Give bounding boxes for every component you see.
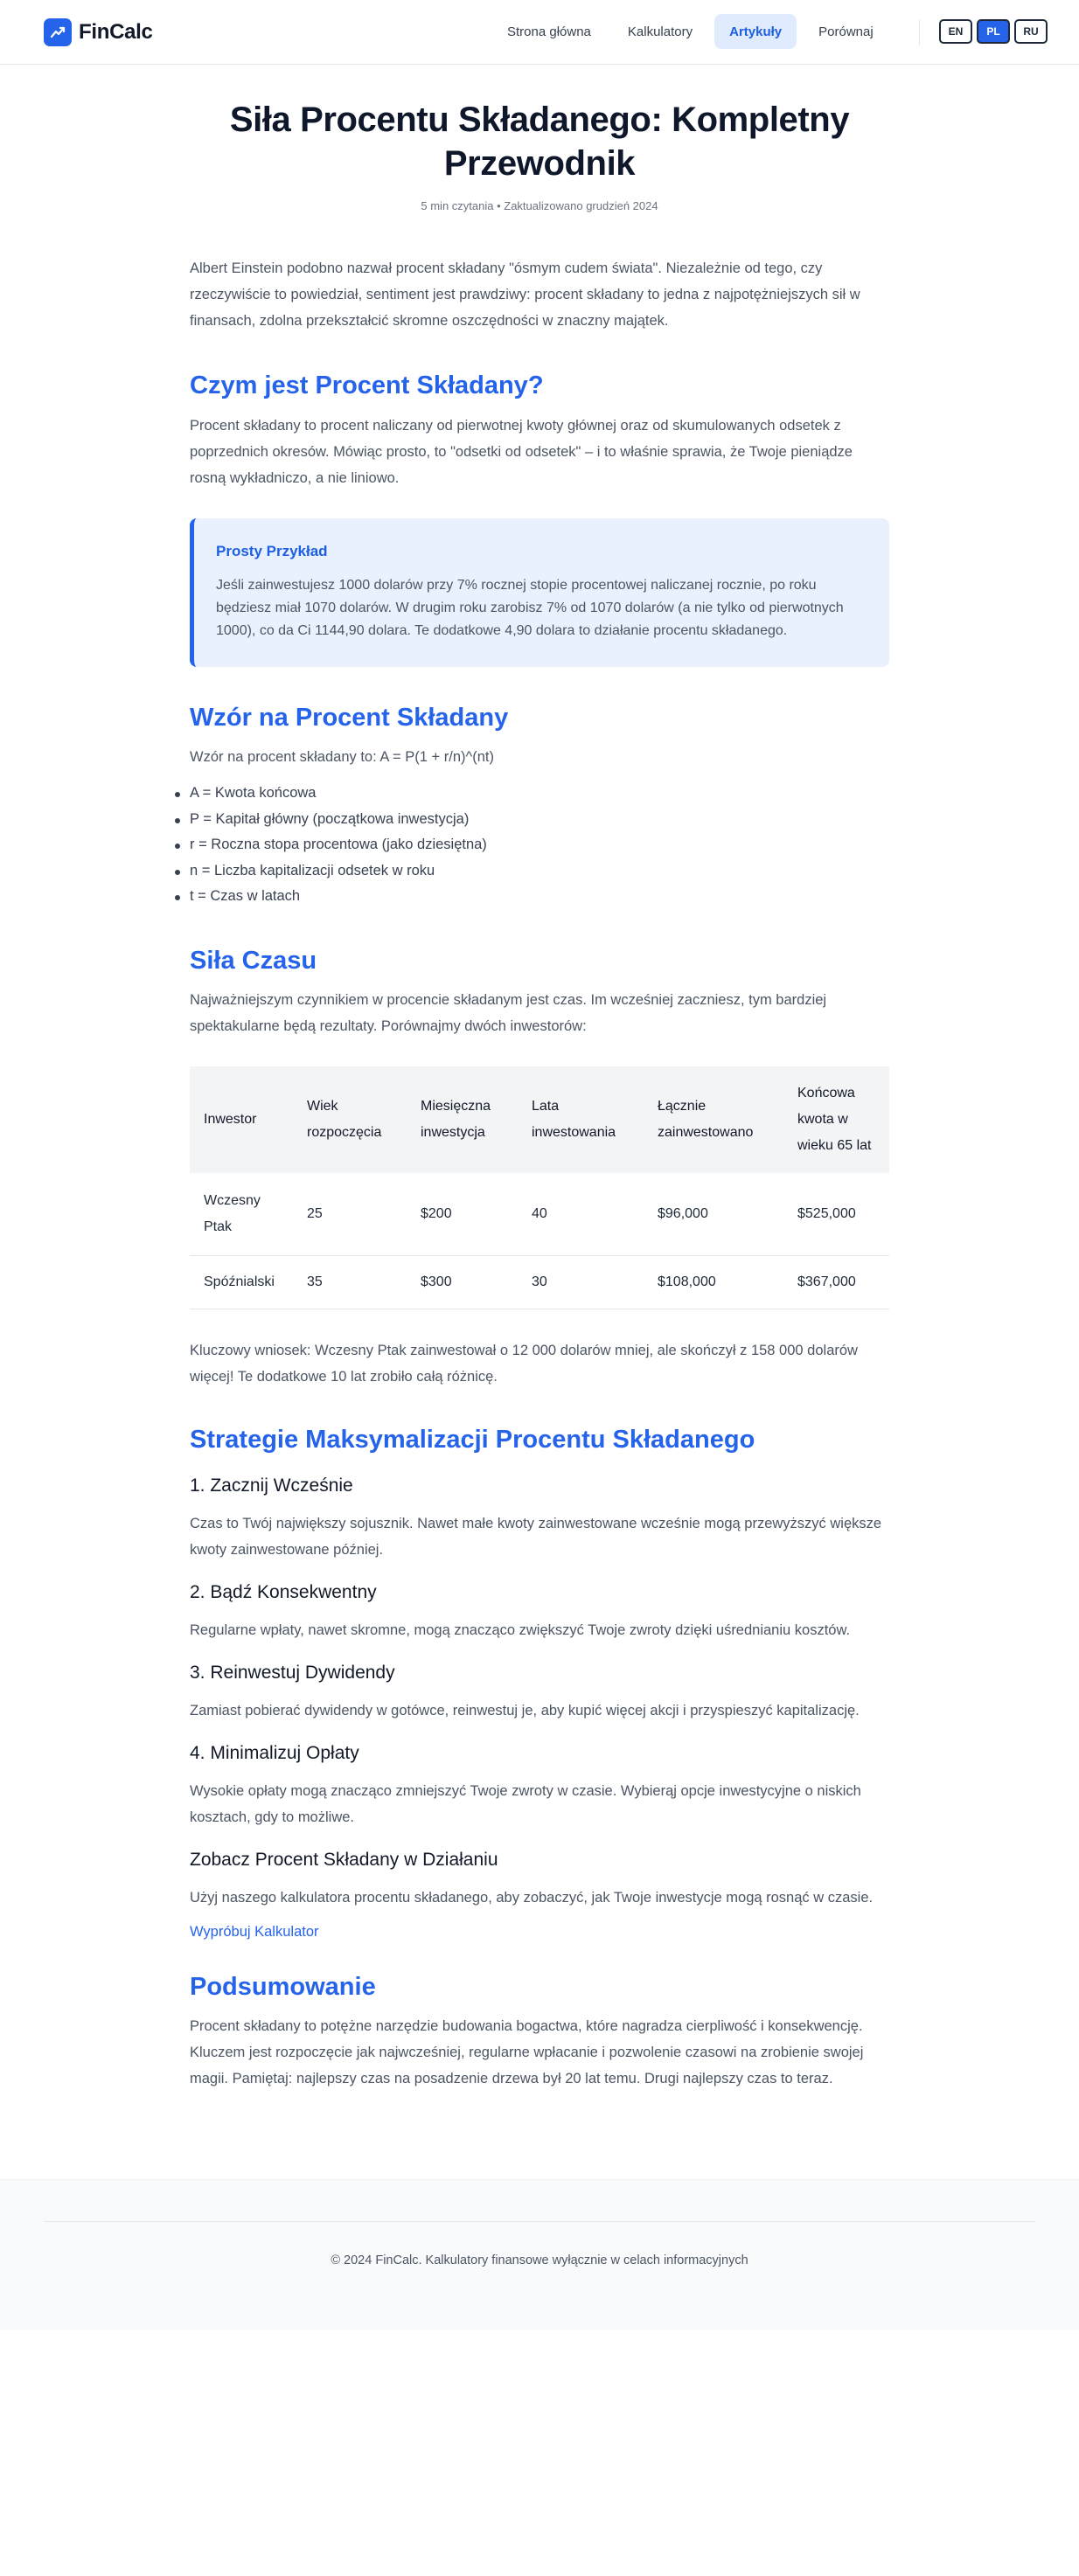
nav-divider bbox=[919, 19, 920, 45]
column-header: Wiek rozpoczęcia bbox=[307, 1098, 382, 1140]
lang-button-en[interactable]: EN bbox=[939, 19, 972, 44]
formula-intro: Wzór na procent składany to: A = P(1 + r… bbox=[190, 749, 494, 765]
heading-time: Siła Czasu bbox=[190, 946, 317, 975]
action-title: Zobacz Procent Składany w Działaniu bbox=[190, 1849, 498, 1870]
trend-chart-icon bbox=[44, 17, 72, 46]
try-calculator-link[interactable]: Wypróbuj Kalkulator bbox=[190, 1920, 319, 1944]
strategy-title: 1. Zacznij Wcześnie bbox=[190, 1475, 353, 1496]
list-item: P = Kapitał główny (początkowa inwestycj… bbox=[175, 807, 889, 833]
list-item: r = Roczna stopa procentowa (jako dziesi… bbox=[175, 832, 889, 858]
main-nav: Strona główna Kalkulatory Artykuły Porów… bbox=[492, 14, 888, 49]
table-cell: 30 bbox=[518, 1255, 644, 1309]
table-cell: $300 bbox=[407, 1255, 518, 1309]
takeaway-paragraph: Kluczowy wniosek: Wczesny Ptak zainwesto… bbox=[190, 1342, 858, 1385]
what-is-paragraph: Procent składany to procent naliczany od… bbox=[190, 418, 853, 486]
table-cell: $108,000 bbox=[644, 1255, 783, 1309]
strategy-text: Czas to Twój największy sojusznik. Nawet… bbox=[190, 1515, 882, 1558]
investor-comparison-table: Inwestor Wiek rozpoczęcia Miesięczna inw… bbox=[190, 1066, 889, 1309]
formula-variables-list: A = Kwota końcowa P = Kapitał główny (po… bbox=[175, 781, 889, 910]
table-header-row: Inwestor Wiek rozpoczęcia Miesięczna inw… bbox=[190, 1066, 889, 1173]
nav-item-articles[interactable]: Artykuły bbox=[714, 14, 797, 49]
table-cell: 40 bbox=[518, 1172, 644, 1256]
summary-paragraph: Procent składany to potężne narzędzie bu… bbox=[190, 2017, 864, 2086]
article-title: Siła Procentu Składanego: Kompletny Prze… bbox=[229, 101, 850, 183]
table-cell: $525,000 bbox=[783, 1172, 889, 1256]
action-text: Użyj naszego kalkulatora procentu składa… bbox=[190, 1889, 874, 1906]
table-cell: 25 bbox=[293, 1172, 407, 1256]
table-cell: Wczesny Ptak bbox=[190, 1172, 293, 1256]
table-row: Wczesny Ptak 25 $200 40 $96,000 $525,000 bbox=[190, 1172, 889, 1256]
time-paragraph: Najważniejszym czynnikiem w procencie sk… bbox=[190, 991, 827, 1034]
column-header: Łącznie zainwestowano bbox=[658, 1098, 754, 1140]
column-header: Lata inwestowania bbox=[532, 1098, 616, 1140]
lang-button-pl[interactable]: PL bbox=[977, 19, 1010, 44]
callout-title: Prosty Przykład bbox=[216, 543, 328, 559]
heading-what-is: Czym jest Procent Składany? bbox=[190, 371, 544, 399]
table-cell: $96,000 bbox=[644, 1172, 783, 1256]
strategy-text: Regularne wpłaty, nawet skromne, mogą zn… bbox=[190, 1621, 851, 1638]
site-footer: © 2024 FinCalc. Kalkulatory finansowe wy… bbox=[0, 2178, 1079, 2330]
heading-summary: Podsumowanie bbox=[190, 1972, 376, 2001]
language-switcher: EN PL RU bbox=[939, 19, 1048, 44]
nav-item-compare[interactable]: Porównaj bbox=[804, 14, 888, 49]
example-callout: Prosty Przykład Jeśli zainwestujesz 1000… bbox=[190, 518, 889, 667]
callout-text: Jeśli zainwestujesz 1000 dolarów przy 7%… bbox=[216, 578, 844, 638]
nav-item-home[interactable]: Strona główna bbox=[492, 14, 606, 49]
list-item: A = Kwota końcowa bbox=[175, 781, 889, 807]
column-header: Końcowa kwota w wieku 65 lat bbox=[797, 1085, 872, 1153]
strategy-title: 2. Bądź Konsekwentny bbox=[190, 1581, 377, 1602]
table-row: Spóźnialski 35 $300 30 $108,000 $367,000 bbox=[190, 1255, 889, 1309]
table-cell: 35 bbox=[293, 1255, 407, 1309]
heading-strategies: Strategie Maksymalizacji Procentu Składa… bbox=[190, 1425, 755, 1454]
intro-paragraph: Albert Einstein podobno nazwał procent s… bbox=[190, 260, 860, 329]
strategy-text: Wysokie opłaty mogą znacząco zmniejszyć … bbox=[190, 1782, 861, 1825]
list-item: n = Liczba kapitalizacji odsetek w roku bbox=[175, 858, 889, 885]
strategy-text: Zamiast pobierać dywidendy w gotówce, re… bbox=[190, 1702, 860, 1718]
strategy-title: 3. Reinwestuj Dywidendy bbox=[190, 1662, 395, 1683]
list-item: t = Czas w latach bbox=[175, 884, 889, 910]
brand-logo[interactable]: FinCalc bbox=[44, 17, 153, 46]
table-cell: Spóźnialski bbox=[190, 1255, 293, 1309]
lang-button-ru[interactable]: RU bbox=[1014, 19, 1048, 44]
column-header: Inwestor bbox=[204, 1111, 257, 1127]
top-navigation-bar: FinCalc Strona główna Kalkulatory Artyku… bbox=[0, 0, 1079, 65]
heading-formula: Wzór na Procent Składany bbox=[190, 704, 509, 732]
strategy-title: 4. Minimalizuj Opłaty bbox=[190, 1742, 359, 1763]
nav-item-calculators[interactable]: Kalkulatory bbox=[613, 14, 707, 49]
article-meta: 5 min czytania • Zaktualizowano grudzień… bbox=[421, 199, 658, 212]
footer-divider bbox=[44, 2220, 1035, 2222]
table-cell: $200 bbox=[407, 1172, 518, 1256]
column-header: Miesięczna inwestycja bbox=[421, 1098, 491, 1140]
table-cell: $367,000 bbox=[783, 1255, 889, 1309]
article: Siła Procentu Składanego: Kompletny Prze… bbox=[175, 98, 889, 2092]
brand-name: FinCalc bbox=[79, 19, 153, 44]
footer-copyright: © 2024 FinCalc. Kalkulatory finansowe wy… bbox=[331, 2253, 748, 2267]
